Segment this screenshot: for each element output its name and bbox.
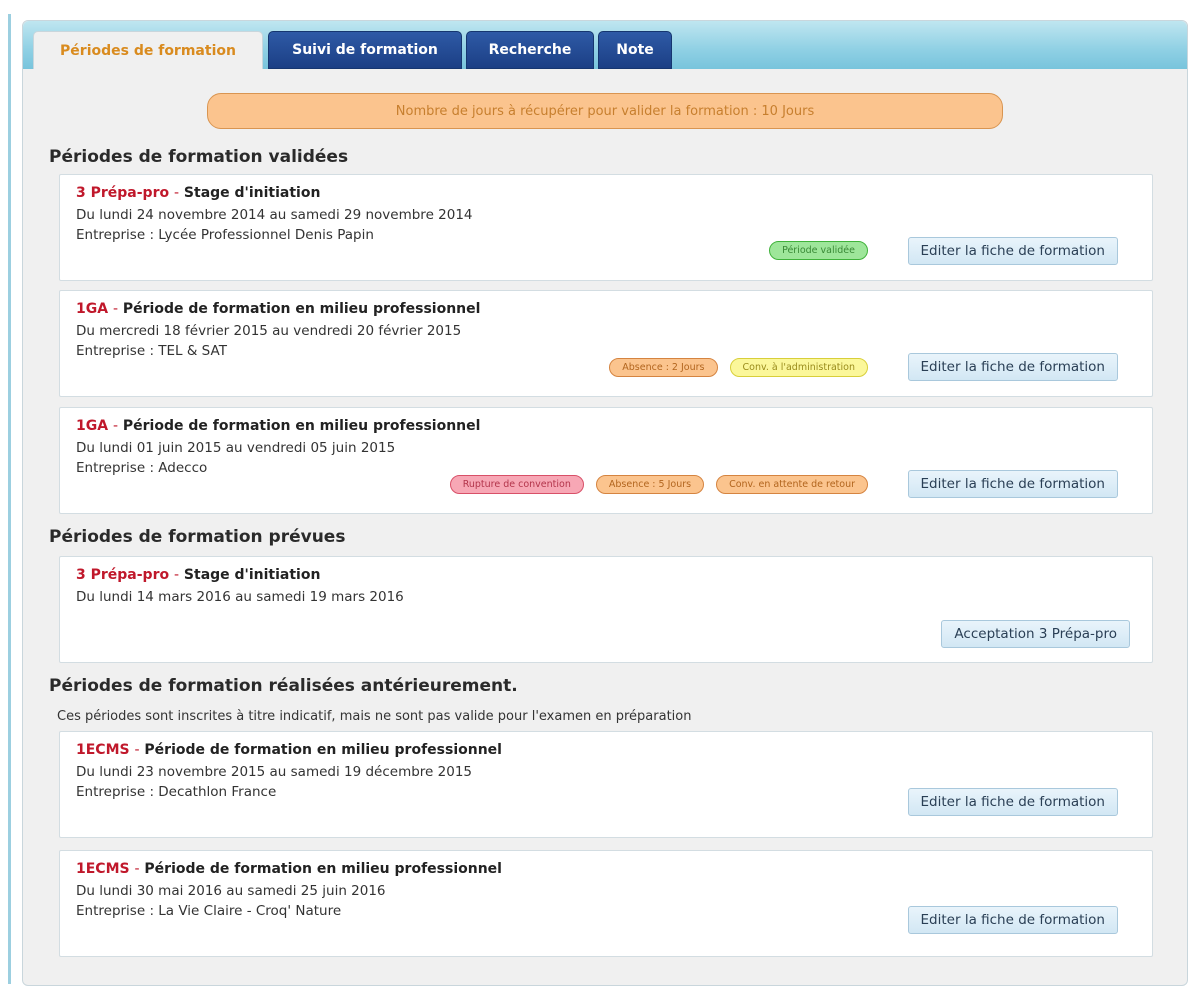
period-heading: 1ECMS - Période de formation en milieu p… bbox=[76, 861, 502, 877]
period-title: Période de formation en milieu professio… bbox=[122, 301, 481, 317]
tab-recherche[interactable]: Recherche bbox=[466, 31, 594, 69]
period-dates: Du lundi 01 juin 2015 au vendredi 05 jui… bbox=[76, 440, 396, 456]
class-code: 1ECMS bbox=[76, 742, 130, 758]
status-badges: Période validée bbox=[769, 241, 868, 260]
heading-separator: - bbox=[173, 567, 180, 583]
period-card: 1ECMS - Période de formation en milieu p… bbox=[59, 731, 1153, 838]
period-dates: Du lundi 23 novembre 2015 au samedi 19 d… bbox=[76, 764, 473, 780]
heading-separator: - bbox=[134, 861, 140, 877]
class-code: 1GA bbox=[76, 418, 109, 434]
period-title: Période de formation en milieu professio… bbox=[144, 742, 502, 758]
convention-status-badge: Conv. à l'administration bbox=[729, 358, 868, 377]
heading-separator: - bbox=[134, 742, 140, 758]
class-code: 1GA bbox=[76, 301, 109, 317]
period-card: 1GA - Période de formation en milieu pro… bbox=[59, 407, 1153, 514]
tab-periodes-de-formation[interactable]: Périodes de formation bbox=[33, 31, 263, 69]
edit-formation-sheet-button[interactable]: Editer la fiche de formation bbox=[907, 906, 1118, 934]
period-heading: 1ECMS - Période de formation en milieu p… bbox=[76, 742, 502, 758]
period-heading: 1GA - Période de formation en milieu pro… bbox=[76, 418, 480, 434]
class-code: 1ECMS bbox=[76, 861, 130, 877]
company-name: Entreprise : TEL & SAT bbox=[76, 343, 227, 359]
company-name: Entreprise : Decathlon France bbox=[76, 784, 277, 800]
period-dates: Du lundi 30 mai 2016 au samedi 25 juin 2… bbox=[76, 883, 386, 899]
period-card: 3 Prépa-pro - Stage d'initiation Du lund… bbox=[59, 556, 1153, 663]
tab-note[interactable]: Note bbox=[598, 31, 672, 69]
status-badges: Absence : 2 Jours Conv. à l'administrati… bbox=[609, 358, 868, 377]
class-code: 3 Prépa-pro bbox=[76, 567, 170, 583]
left-border-rule bbox=[8, 14, 11, 984]
tab-suivi-de-formation[interactable]: Suivi de formation bbox=[268, 31, 462, 69]
tab-bar: Périodes de formation Suivi de formation… bbox=[23, 21, 1187, 69]
class-code: 3 Prépa-pro bbox=[76, 185, 170, 201]
company-name: Entreprise : Lycée Professionnel Denis P… bbox=[76, 227, 374, 243]
period-dates: Du lundi 24 novembre 2014 au samedi 29 n… bbox=[76, 207, 473, 223]
company-name: Entreprise : Adecco bbox=[76, 460, 208, 476]
convention-status-badge: Conv. en attente de retour bbox=[716, 475, 868, 494]
edit-formation-sheet-button[interactable]: Editer la fiche de formation bbox=[907, 470, 1118, 498]
edit-formation-sheet-button[interactable]: Editer la fiche de formation bbox=[907, 788, 1118, 816]
company-name: Entreprise : La Vie Claire - Croq' Natur… bbox=[76, 903, 342, 919]
days-to-recover-banner: Nombre de jours à récupérer pour valider… bbox=[207, 93, 1003, 129]
period-heading: 3 Prépa-pro - Stage d'initiation bbox=[76, 185, 320, 201]
section-title-previous: Périodes de formation réalisées antérieu… bbox=[49, 676, 518, 696]
period-title: Période de formation en milieu professio… bbox=[122, 418, 481, 434]
section-title-validated: Périodes de formation validées bbox=[49, 147, 349, 167]
absence-badge: Absence : 2 Jours bbox=[609, 358, 718, 377]
period-dates: Du mercredi 18 février 2015 au vendredi … bbox=[76, 323, 462, 339]
previous-periods-note: Ces périodes sont inscrites à titre indi… bbox=[57, 709, 692, 724]
acceptation-button[interactable]: Acceptation 3 Prépa-pro bbox=[941, 620, 1130, 648]
status-badges: Rupture de convention Absence : 5 Jours … bbox=[449, 475, 868, 494]
edit-formation-sheet-button[interactable]: Editer la fiche de formation bbox=[907, 353, 1118, 381]
period-card: 1ECMS - Période de formation en milieu p… bbox=[59, 850, 1153, 957]
period-heading: 3 Prépa-pro - Stage d'initiation bbox=[76, 567, 320, 583]
heading-separator: - bbox=[112, 418, 119, 434]
period-dates: Du lundi 14 mars 2016 au samedi 19 mars … bbox=[76, 589, 404, 605]
period-title: Période de formation en milieu professio… bbox=[144, 861, 502, 877]
edit-formation-sheet-button[interactable]: Editer la fiche de formation bbox=[907, 237, 1118, 265]
section-title-planned: Périodes de formation prévues bbox=[49, 527, 346, 547]
rupture-badge: Rupture de convention bbox=[449, 475, 584, 494]
status-badge: Période validée bbox=[769, 241, 868, 260]
heading-separator: - bbox=[173, 185, 180, 201]
period-title: Stage d'initiation bbox=[183, 567, 321, 583]
period-title: Stage d'initiation bbox=[183, 185, 321, 201]
formation-panel: Périodes de formation Suivi de formation… bbox=[22, 20, 1188, 986]
absence-badge: Absence : 5 Jours bbox=[595, 475, 705, 494]
heading-separator: - bbox=[112, 301, 119, 317]
period-heading: 1GA - Période de formation en milieu pro… bbox=[76, 301, 480, 317]
period-card: 1GA - Période de formation en milieu pro… bbox=[59, 290, 1153, 397]
period-card: 3 Prépa-pro - Stage d'initiation Du lund… bbox=[59, 174, 1153, 281]
